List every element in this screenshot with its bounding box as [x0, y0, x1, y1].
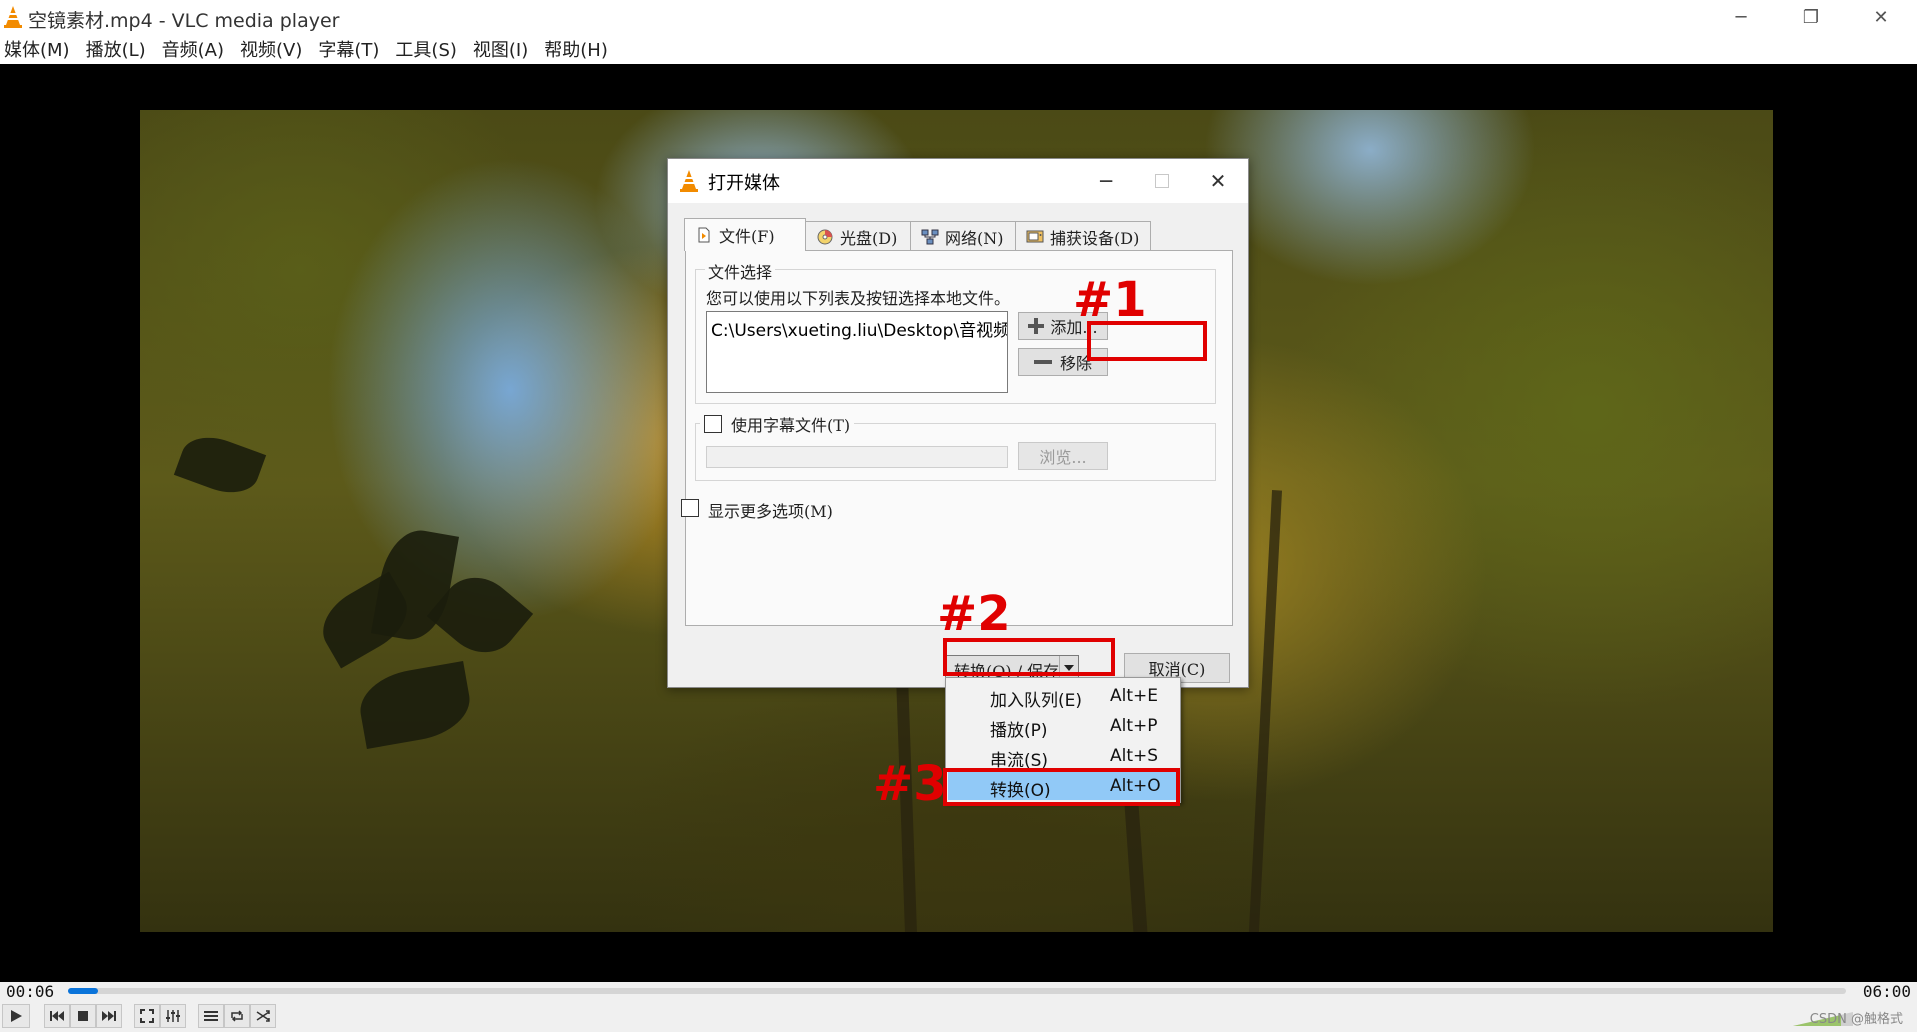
play-button[interactable]: [2, 1004, 30, 1028]
extended-settings-button[interactable]: [160, 1004, 186, 1028]
menu-item-shortcut: Alt+P: [1110, 716, 1158, 736]
subtitle-checkbox-label: 使用字幕文件(T): [731, 416, 851, 435]
disc-icon: [817, 229, 833, 244]
tab-capture-label: 捕获设备(D): [1050, 228, 1140, 248]
stop-icon: [78, 1011, 88, 1021]
vlc-cone-icon: [4, 6, 22, 28]
file-selection-hint: 您可以使用以下列表及按钮选择本地文件。: [706, 289, 1011, 308]
menu-item-stream[interactable]: 串流(S) Alt+S: [948, 742, 1178, 771]
subtitle-group: 使用字幕文件(T) 浏览...: [695, 412, 1216, 481]
file-selection-title: 文件选择: [705, 259, 776, 283]
network-icon: [921, 229, 939, 244]
shuffle-icon: [256, 1010, 270, 1022]
fullscreen-icon: [140, 1009, 154, 1023]
menu-bar: 媒体(M) 播放(L) 音频(A) 视频(V) 字幕(T) 工具(S) 视图(I…: [0, 34, 1917, 64]
minus-icon: [1033, 360, 1052, 364]
file-list-entry[interactable]: C:\Users\xueting.liu\Desktop\音视频文件...: [711, 316, 1007, 341]
menu-tools[interactable]: 工具(S): [395, 36, 456, 62]
dialog-close-button[interactable]: ✕: [1190, 159, 1246, 203]
plus-icon: [1028, 318, 1045, 334]
next-button[interactable]: [96, 1004, 122, 1028]
dialog-minimize-button[interactable]: ─: [1078, 159, 1134, 203]
menu-item-label: 加入队列(E): [990, 691, 1083, 711]
player-controls: 00:06 06:00 CSDN @触格式: [0, 982, 1917, 1032]
menu-media[interactable]: 媒体(M): [4, 36, 70, 62]
tab-network[interactable]: 网络(N): [910, 221, 1016, 251]
tab-disc[interactable]: 光盘(D): [805, 221, 911, 251]
capture-device-icon: [1026, 230, 1044, 242]
step-1-highlight-box: [1087, 321, 1207, 361]
seek-bar[interactable]: [68, 988, 1846, 994]
more-options-label[interactable]: 显示更多选项(M): [708, 498, 833, 522]
minimize-button[interactable]: ─: [1706, 0, 1776, 34]
menu-item-shortcut: Alt+S: [1110, 746, 1159, 766]
tab-file[interactable]: 文件(F): [684, 218, 806, 251]
menu-audio[interactable]: 音频(A): [162, 36, 224, 62]
previous-button[interactable]: [44, 1004, 70, 1028]
shuffle-button[interactable]: [250, 1004, 276, 1028]
browse-subtitle-button: 浏览...: [1018, 442, 1108, 470]
subtitle-option[interactable]: 使用字幕文件(T): [700, 412, 855, 436]
dialog-titlebar: 打开媒体 ─ ✕: [668, 159, 1248, 203]
step-3-highlight-box: [943, 768, 1180, 806]
window-title: 空镜素材.mp4 - VLC media player: [28, 10, 340, 32]
equalizer-icon: [166, 1010, 180, 1022]
playlist-icon: [204, 1011, 218, 1021]
playlist-button[interactable]: [198, 1004, 224, 1028]
tab-file-label: 文件(F): [719, 227, 775, 246]
file-tab-panel: 文件选择 您可以使用以下列表及按钮选择本地文件。 C:\Users\xuetin…: [685, 250, 1233, 626]
step-2-highlight-box: [943, 638, 1115, 676]
step-3-label: #3: [873, 756, 947, 812]
tab-disc-label: 光盘(D): [840, 228, 898, 248]
leaf-silhouette: [354, 660, 476, 750]
close-window-button[interactable]: ✕: [1846, 0, 1916, 34]
subtitle-path-field: [706, 446, 1008, 468]
tab-bar: 文件(F) 光盘(D) 网络(N) 捕获设备(D): [684, 218, 1151, 251]
menu-item-shortcut: Alt+E: [1110, 686, 1159, 706]
restore-button[interactable]: ❐: [1776, 0, 1846, 34]
dialog-maximize-button: [1134, 159, 1190, 203]
leaf-silhouette: [173, 427, 267, 503]
menu-help[interactable]: 帮助(H): [544, 36, 608, 62]
previous-icon: [50, 1011, 64, 1021]
elapsed-time: 00:06: [6, 982, 55, 1001]
vlc-cone-icon: [680, 170, 698, 192]
loop-icon: [231, 1010, 243, 1022]
menu-item-enqueue[interactable]: 加入队列(E) Alt+E: [948, 682, 1178, 711]
stop-button[interactable]: [70, 1004, 96, 1028]
loop-button[interactable]: [224, 1004, 250, 1028]
menu-playback[interactable]: 播放(L): [86, 36, 146, 62]
more-options-checkbox[interactable]: [681, 499, 699, 517]
tab-capture-device[interactable]: 捕获设备(D): [1015, 221, 1151, 251]
watermark-text: CSDN @触格式: [1809, 1012, 1903, 1027]
tree-trunk: [1247, 490, 1283, 932]
window-titlebar: 空镜素材.mp4 - VLC media player ─ ❐ ✕: [0, 0, 1917, 34]
step-1-label: #1: [1073, 272, 1147, 328]
next-icon: [102, 1011, 116, 1021]
seek-bar-progress: [68, 988, 99, 994]
subtitle-checkbox[interactable]: [704, 415, 722, 433]
file-icon: [698, 227, 710, 243]
play-icon: [11, 1010, 22, 1022]
step-2-label: #2: [937, 586, 1011, 642]
dialog-title: 打开媒体: [708, 173, 780, 194]
menu-subtitle[interactable]: 字幕(T): [318, 36, 379, 62]
menu-item-play[interactable]: 播放(P) Alt+P: [948, 712, 1178, 741]
menu-view[interactable]: 视图(I): [473, 36, 528, 62]
menu-item-label: 播放(P): [990, 721, 1048, 741]
tab-network-label: 网络(N): [945, 228, 1004, 248]
fullscreen-button[interactable]: [134, 1004, 160, 1028]
total-time: 06:00: [1862, 982, 1911, 1001]
menu-video[interactable]: 视频(V): [240, 36, 302, 62]
file-list[interactable]: C:\Users\xueting.liu\Desktop\音视频文件...: [706, 311, 1008, 393]
